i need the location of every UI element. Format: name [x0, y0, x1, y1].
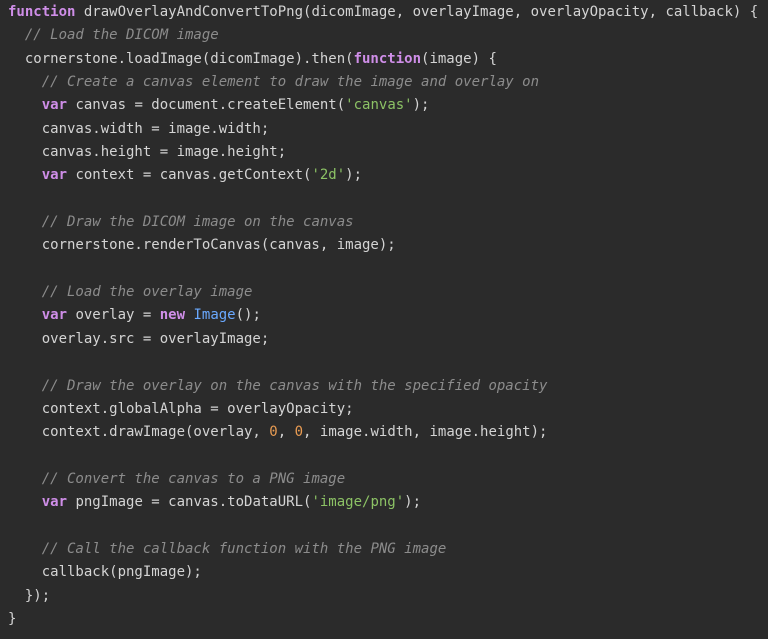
- code-token-plain: }: [8, 610, 17, 627]
- code-token-plain: canvas.height = image.height;: [8, 144, 287, 161]
- code-token-plain: drawOverlayAndConvertToPng(dicomImage, o…: [75, 4, 759, 20]
- code-token-plain: context.globalAlpha = overlayOpacity;: [8, 400, 354, 417]
- code-line: // Draw the overlay on the canvas with t…: [8, 375, 768, 398]
- code-line: // Convert the canvas to a PNG image: [8, 468, 768, 491]
- code-token-plain: });: [8, 587, 51, 604]
- code-token-keyword: function: [353, 50, 422, 67]
- code-token-plain: );: [345, 167, 363, 184]
- code-token-plain: callback(pngImage);: [8, 564, 202, 581]
- code-token-comment: // Load the overlay image: [41, 284, 253, 301]
- code-token-plain: );: [412, 97, 430, 114]
- code-token-plain: canvas = document.createElement(: [67, 97, 346, 114]
- code-token-keyword: var: [41, 307, 68, 324]
- code-line: // Create a canvas element to draw the i…: [8, 71, 768, 94]
- code-token-string: 'image/png': [311, 494, 405, 511]
- code-line: // Load the overlay image: [8, 281, 768, 304]
- code-line: context.globalAlpha = overlayOpacity;: [8, 398, 768, 421]
- code-line: });: [8, 585, 768, 608]
- code-token-comment: // Create a canvas element to draw the i…: [41, 74, 540, 91]
- code-token-plain: overlay.src = overlayImage;: [8, 330, 270, 347]
- code-token-comment: // Draw the DICOM image on the canvas: [41, 214, 354, 231]
- code-line: var context = canvas.getContext('2d');: [8, 164, 768, 187]
- code-editor[interactable]: function drawOverlayAndConvertToPng(dico…: [0, 0, 768, 639]
- code-line: var overlay = new Image();: [8, 304, 768, 327]
- code-line: context.drawImage(overlay, 0, 0, image.w…: [8, 421, 768, 444]
- code-token-comment: // Call the callback function with the P…: [41, 540, 447, 557]
- code-token-plain: (image) {: [421, 50, 497, 67]
- code-token-plain: canvas.width = image.width;: [8, 120, 270, 137]
- code-token-keyword: new: [159, 307, 186, 324]
- code-token-keyword: var: [41, 494, 68, 511]
- code-content[interactable]: function drawOverlayAndConvertToPng(dico…: [8, 1, 768, 631]
- code-line: function drawOverlayAndConvertToPng(dico…: [8, 1, 768, 24]
- code-token-plain: );: [404, 494, 422, 511]
- code-token-number: 0: [269, 424, 278, 441]
- code-token-plain: ,: [277, 424, 295, 441]
- code-token-string: '2d': [311, 167, 346, 184]
- code-token-number: 0: [294, 424, 304, 441]
- code-token-comment: // Draw the overlay on the canvas with t…: [41, 377, 548, 394]
- code-line: canvas.height = image.height;: [8, 141, 768, 164]
- code-token-comment: // Convert the canvas to a PNG image: [41, 470, 346, 487]
- code-token-plain: , image.width, image.height);: [303, 424, 548, 441]
- code-line: // Draw the DICOM image on the canvas: [8, 211, 768, 234]
- code-token-plain: context = canvas.getContext(: [67, 167, 312, 184]
- code-line: var pngImage = canvas.toDataURL('image/p…: [8, 491, 768, 514]
- code-line: // Call the callback function with the P…: [8, 538, 768, 561]
- code-token-string: 'canvas': [345, 97, 413, 114]
- code-line: callback(pngImage);: [8, 561, 768, 584]
- code-line: }: [8, 608, 768, 631]
- code-token-keyword: var: [41, 97, 68, 114]
- code-token-class: Image: [193, 307, 236, 324]
- code-token-plain: pngImage = canvas.toDataURL(: [67, 494, 312, 511]
- code-token-keyword: function: [8, 4, 76, 20]
- code-line: canvas.width = image.width;: [8, 118, 768, 141]
- code-token-plain: ();: [235, 307, 261, 324]
- code-line: // Load the DICOM image: [8, 24, 768, 47]
- code-token-plain: cornerstone.renderToCanvas(canvas, image…: [8, 237, 396, 254]
- code-token-plain: overlay =: [67, 307, 160, 324]
- code-token-plain: cornerstone.loadImage(dicomImage).then(: [8, 50, 354, 67]
- code-line: overlay.src = overlayImage;: [8, 328, 768, 351]
- code-line: var canvas = document.createElement('can…: [8, 94, 768, 117]
- code-line: cornerstone.loadImage(dicomImage).then(f…: [8, 48, 768, 71]
- code-line: cornerstone.renderToCanvas(canvas, image…: [8, 234, 768, 257]
- code-token-plain: context.drawImage(overlay,: [8, 424, 270, 441]
- code-token-comment: // Load the DICOM image: [24, 27, 219, 44]
- code-token-keyword: var: [41, 167, 68, 184]
